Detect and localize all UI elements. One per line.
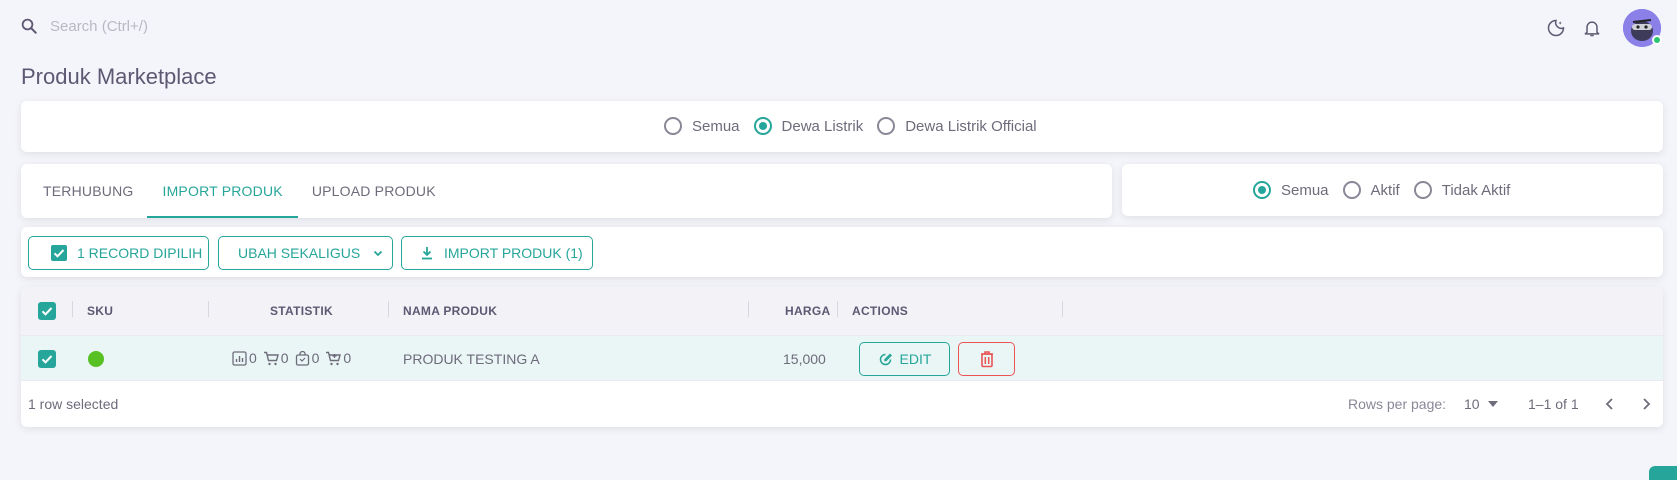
- caret-down-icon: [1487, 401, 1498, 407]
- store-filter-card: Semua Dewa Listrik Dewa Listrik Official: [21, 101, 1663, 152]
- header-harga[interactable]: HARGA: [785, 304, 831, 318]
- statistik-cell: 0 0 0 0: [232, 350, 357, 366]
- rows-per-page-select[interactable]: 10: [1464, 396, 1498, 412]
- header-nama-produk[interactable]: NAMA PRODUK: [403, 304, 497, 318]
- online-status-dot: [1652, 35, 1662, 45]
- table-header: SKU STATISTIK NAMA PRODUK HARGA ACTIONS: [21, 287, 1663, 335]
- radio-dot[interactable]: [753, 117, 772, 135]
- select-all-checkbox[interactable]: [38, 302, 56, 320]
- chevron-down-icon: [372, 247, 384, 259]
- import-produk-button[interactable]: IMPORT PRODUK (1): [401, 236, 593, 270]
- radio-dot[interactable]: [1253, 181, 1271, 199]
- bulk-edit-dropdown-button[interactable]: UBAH SEKALIGUS: [218, 236, 393, 270]
- header-actions: ACTIONS: [852, 304, 909, 318]
- cell-harga: 15,000: [783, 351, 826, 367]
- stat-views: 0: [232, 350, 257, 366]
- pagination-range: 1–1 of 1: [1528, 396, 1579, 412]
- radio-store-all[interactable]: Semua: [664, 117, 740, 135]
- cart-icon: [263, 351, 279, 365]
- radio-status-semua[interactable]: Semua: [1253, 181, 1329, 199]
- download-icon: [420, 246, 434, 260]
- records-selected-button[interactable]: 1 RECORD DIPILIH: [28, 236, 209, 270]
- selected-count-text: 1 row selected: [28, 396, 119, 412]
- products-table: SKU STATISTIK NAMA PRODUK HARGA ACTIONS …: [21, 287, 1663, 427]
- radio-dot[interactable]: [1342, 181, 1361, 199]
- table-row[interactable]: 0 0 0 0 PRODUK TESTING A 15,000 EDIT: [21, 335, 1663, 381]
- status-filter-card: Semua Aktif Tidak Aktif: [1122, 164, 1663, 216]
- radio-dot[interactable]: [664, 117, 682, 135]
- store-radio-group: Semua Dewa Listrik Dewa Listrik Official: [664, 117, 1051, 135]
- header-statistik[interactable]: STATISTIK: [270, 304, 333, 318]
- column-separator: [388, 301, 389, 317]
- column-separator: [1062, 301, 1063, 317]
- checkbox-checked-icon: [51, 245, 67, 261]
- cell-nama-produk: PRODUK TESTING A: [403, 351, 540, 367]
- bell-icon[interactable]: [1581, 17, 1603, 39]
- delete-button[interactable]: [958, 342, 1015, 376]
- rows-per-page-label: Rows per page:: [1348, 396, 1447, 412]
- radio-dot[interactable]: [1413, 181, 1432, 199]
- tab-terhubung[interactable]: TERHUBUNG: [29, 164, 147, 218]
- page-title: Produk Marketplace: [21, 64, 217, 89]
- stat-cart: 0: [263, 350, 289, 366]
- chevron-left-icon[interactable]: [1601, 395, 1619, 418]
- avatar[interactable]: [1623, 9, 1662, 47]
- column-separator: [72, 301, 73, 317]
- tabs-card: TERHUBUNG IMPORT PRODUK UPLOAD PRODUK: [21, 164, 1112, 218]
- stat-add-cart: 0: [325, 350, 351, 366]
- tab-bar: TERHUBUNG IMPORT PRODUK UPLOAD PRODUK: [21, 164, 1112, 218]
- row-checkbox[interactable]: [38, 350, 56, 368]
- chevron-right-icon[interactable]: [1637, 395, 1655, 418]
- toolbar-card: 1 RECORD DIPILIH UBAH SEKALIGUS IMPORT P…: [21, 227, 1663, 277]
- edit-button[interactable]: EDIT: [859, 342, 950, 376]
- column-separator: [837, 301, 838, 317]
- radio-dot[interactable]: [877, 117, 896, 135]
- trash-icon: [980, 351, 993, 368]
- dark-mode-icon[interactable]: [1545, 17, 1567, 39]
- radio-store-dewa-listrik[interactable]: Dewa Listrik: [753, 117, 863, 135]
- table-footer: 1 row selected Rows per page: 10 1–1 of …: [21, 381, 1663, 427]
- column-separator: [748, 301, 749, 317]
- stat-orders: 0: [295, 350, 319, 366]
- search-icon[interactable]: [20, 17, 38, 35]
- radio-status-tidak-aktif[interactable]: Tidak Aktif: [1413, 181, 1510, 199]
- radio-store-dewa-listrik-official[interactable]: Dewa Listrik Official: [877, 117, 1037, 135]
- header-sku[interactable]: SKU: [87, 304, 113, 318]
- status-dot: [88, 351, 104, 367]
- edit-icon: [879, 353, 892, 365]
- status-radio-group: Semua Aktif Tidak Aktif: [1253, 181, 1524, 199]
- cart-plus-icon: [326, 351, 342, 365]
- top-navbar: Search (Ctrl+/): [0, 0, 1677, 55]
- tab-upload-produk[interactable]: UPLOAD PRODUK: [298, 164, 450, 218]
- search-input[interactable]: Search (Ctrl+/): [50, 18, 148, 35]
- column-separator: [208, 301, 209, 317]
- tab-import-produk[interactable]: IMPORT PRODUK: [147, 164, 299, 218]
- customizer-toggle-button[interactable]: [1649, 466, 1677, 480]
- bag-icon: [295, 350, 309, 366]
- chart-icon: [232, 350, 247, 366]
- radio-status-aktif[interactable]: Aktif: [1342, 181, 1400, 199]
